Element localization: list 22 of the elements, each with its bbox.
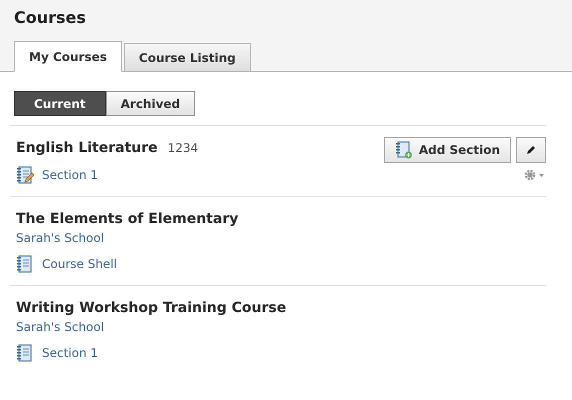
course-title: The Elements of Elementary bbox=[16, 211, 238, 227]
school-name: Sarah's School bbox=[16, 231, 106, 245]
notebook-pencil-icon bbox=[16, 166, 34, 184]
school-name: Sarah's School bbox=[16, 320, 106, 334]
notebook-icon bbox=[16, 344, 34, 362]
section-link[interactable]: Course Shell bbox=[16, 255, 117, 273]
filter-button[interactable]: Current bbox=[14, 91, 106, 116]
section-link[interactable]: Section 1 bbox=[16, 344, 98, 362]
filter-button[interactable]: Archived bbox=[106, 91, 196, 116]
notebook-add-icon bbox=[394, 141, 413, 159]
section-link[interactable]: Section 1 bbox=[16, 166, 98, 184]
page-title: Courses bbox=[14, 8, 86, 27]
edit-button[interactable] bbox=[516, 137, 546, 163]
course-code: 1234 bbox=[168, 141, 198, 155]
tab[interactable]: Course Listing bbox=[124, 43, 251, 72]
pencil-icon bbox=[525, 144, 537, 156]
notebook-icon bbox=[16, 255, 34, 273]
add-section-button[interactable]: Add Section bbox=[384, 137, 511, 163]
course-title: Writing Workshop Training Course bbox=[16, 300, 286, 316]
tab[interactable]: My Courses bbox=[14, 41, 122, 72]
gear-dropdown-icon[interactable] bbox=[524, 169, 546, 181]
course-title: English Literature bbox=[16, 140, 158, 156]
